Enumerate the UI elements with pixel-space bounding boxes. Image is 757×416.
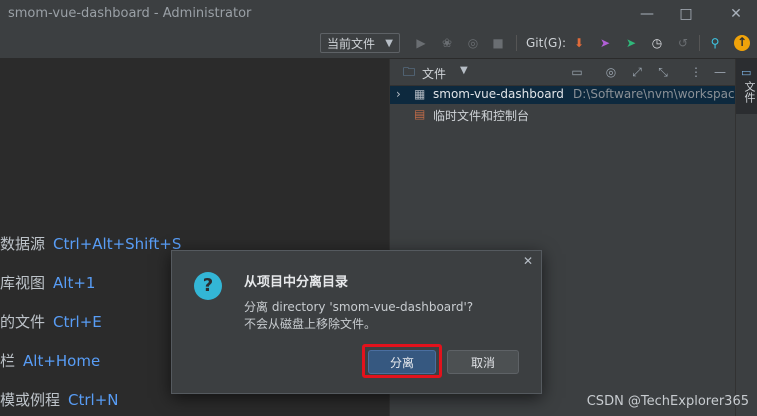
- tip-shortcut: Ctrl+N: [68, 391, 119, 409]
- tip-label: 的文件: [0, 313, 46, 331]
- scratches-icon: ▤: [414, 107, 426, 121]
- folder-icon: 🗀: [402, 65, 415, 79]
- maximize-icon[interactable]: □: [672, 3, 700, 25]
- monitor-icon: ▭: [741, 66, 752, 79]
- tool-window-tab-files[interactable]: ▭ 文件: [736, 59, 757, 114]
- tip-shortcut: Alt+1: [53, 274, 96, 292]
- git-label: Git(G):: [526, 36, 567, 50]
- dialog-title: 从项目中分离目录: [244, 275, 349, 290]
- chevron-down-icon: ▼: [385, 38, 393, 49]
- run-icon[interactable]: ▶: [414, 36, 428, 50]
- more-options-icon[interactable]: ⋮: [689, 65, 703, 79]
- tip-shortcut: Ctrl+Alt+Shift+S: [53, 235, 182, 253]
- watermark: CSDN @TechExplorer365: [586, 394, 749, 409]
- target-icon[interactable]: ◎: [604, 65, 618, 79]
- tip-row: 的文件 Ctrl+E: [0, 311, 102, 332]
- git-update-icon[interactable]: ⬇: [572, 36, 586, 50]
- title-bar: smom-vue-dashboard - Administrator — □ ✕: [0, 0, 757, 28]
- tip-label: 数据源: [0, 235, 46, 253]
- toolbar-separator: [699, 35, 700, 51]
- debug-icon[interactable]: ❀: [440, 36, 454, 50]
- tip-label: 模或例程: [0, 391, 61, 409]
- tip-row: 数据源 Ctrl+Alt+Shift+S: [0, 233, 181, 254]
- tip-row: 栏 Alt+Home: [0, 350, 100, 371]
- right-tool-strip: ▭ 文件: [735, 59, 757, 416]
- rollback-icon[interactable]: ↺: [676, 36, 690, 50]
- coverage-icon[interactable]: ◎: [466, 36, 480, 50]
- tip-row: 模或例程 Ctrl+N: [0, 389, 119, 410]
- update-available-icon[interactable]: ↑: [734, 35, 750, 51]
- tool-window-label: 文件: [743, 81, 756, 103]
- run-config-combo[interactable]: 当前文件 ▼: [320, 33, 400, 53]
- expand-all-icon[interactable]: ⤢: [630, 65, 644, 79]
- select-opened-file-icon[interactable]: ▭: [570, 65, 584, 79]
- window-title: smom-vue-dashboard - Administrator: [8, 6, 252, 21]
- chevron-down-icon[interactable]: ▼: [460, 65, 468, 76]
- tree-item[interactable]: ▤ 临时文件和控制台: [390, 106, 735, 124]
- collapse-all-icon[interactable]: ⤡: [656, 65, 670, 79]
- tip-shortcut: Ctrl+E: [53, 313, 102, 331]
- search-icon[interactable]: ⚲: [708, 36, 722, 50]
- chevron-right-icon[interactable]: ›: [396, 87, 401, 101]
- run-config-label: 当前文件: [327, 37, 376, 51]
- tip-label: 栏: [0, 352, 16, 370]
- tree-item-path: D:\Software\nvm\workspace: [573, 87, 742, 101]
- project-panel-header: 🗀 文件 ▼ ▭ ◎ ⤢ ⤡ ⋮ —: [390, 59, 735, 86]
- folder-icon: ▦: [414, 87, 426, 101]
- project-view-selector[interactable]: 文件: [422, 65, 446, 82]
- question-icon: ?: [194, 272, 222, 300]
- git-push-icon[interactable]: ➤: [598, 36, 612, 50]
- history-icon[interactable]: ◷: [650, 36, 664, 50]
- close-icon[interactable]: ✕: [523, 254, 533, 268]
- tip-label: 库视图: [0, 274, 46, 292]
- stop-icon[interactable]: ■: [491, 36, 505, 50]
- detach-button[interactable]: 分离: [368, 350, 436, 374]
- tip-shortcut: Alt+Home: [23, 352, 101, 370]
- hide-panel-icon[interactable]: —: [713, 65, 727, 79]
- dialog-message-line: 分离 directory 'smom-vue-dashboard'?: [244, 300, 474, 314]
- toolbar-separator: [516, 35, 517, 51]
- tree-item[interactable]: › ▦ smom-vue-dashboard D:\Software\nvm\w…: [390, 86, 742, 104]
- tree-item-name: 临时文件和控制台: [433, 109, 530, 123]
- dialog-message-line: 不会从磁盘上移除文件。: [244, 317, 377, 331]
- minimize-icon[interactable]: —: [633, 3, 661, 25]
- git-commit-icon[interactable]: ➤: [624, 36, 638, 50]
- cancel-button[interactable]: 取消: [447, 350, 519, 374]
- tip-row: 库视图 Alt+1: [0, 272, 95, 293]
- tree-item-name: smom-vue-dashboard: [433, 87, 564, 101]
- detach-directory-dialog: ✕ ? 从项目中分离目录 分离 directory 'smom-vue-dash…: [171, 250, 542, 394]
- close-icon[interactable]: ✕: [722, 3, 750, 25]
